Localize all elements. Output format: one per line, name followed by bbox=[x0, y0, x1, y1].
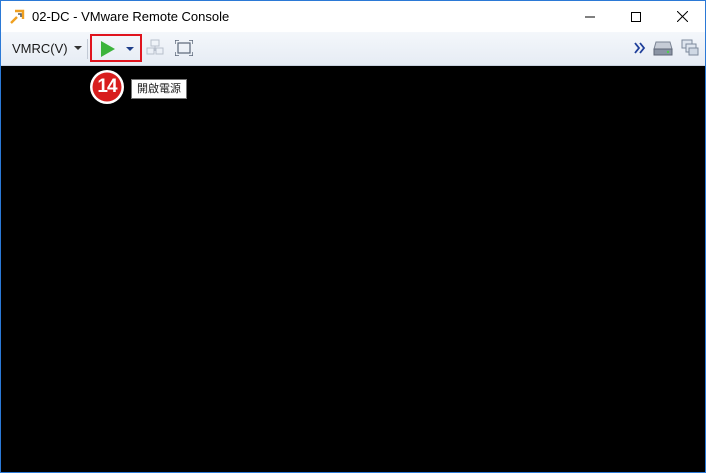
power-on-tooltip: 開啟電源 bbox=[131, 79, 187, 99]
step-number: 14 bbox=[97, 76, 117, 97]
vm-console-screen[interactable] bbox=[1, 66, 705, 472]
minimize-icon bbox=[585, 16, 595, 17]
window-title: 02-DC - VMware Remote Console bbox=[32, 9, 230, 24]
virtual-machines-icon[interactable] bbox=[681, 39, 699, 57]
minimize-button[interactable] bbox=[567, 1, 613, 32]
double-chevron-right-icon[interactable] bbox=[634, 42, 646, 54]
vmrc-menu-button[interactable]: VMRC(V) bbox=[7, 38, 87, 58]
power-dropdown-icon[interactable] bbox=[126, 47, 134, 51]
vmware-app-icon bbox=[10, 9, 25, 24]
close-icon bbox=[676, 11, 688, 22]
maximize-button[interactable] bbox=[613, 1, 659, 32]
close-button[interactable] bbox=[659, 1, 705, 32]
fullscreen-icon[interactable] bbox=[175, 40, 193, 56]
toolbar: VMRC(V) bbox=[1, 32, 705, 66]
title-bar: 02-DC - VMware Remote Console bbox=[1, 1, 705, 32]
power-on-button[interactable] bbox=[90, 34, 142, 62]
toolbar-separator bbox=[87, 39, 88, 59]
vmrc-menu-label: VMRC(V) bbox=[12, 40, 68, 56]
maximize-icon bbox=[631, 11, 641, 22]
send-ctrl-alt-del-icon[interactable] bbox=[146, 39, 164, 57]
play-icon bbox=[101, 41, 115, 57]
removable-drive-icon[interactable] bbox=[653, 40, 673, 56]
vmrc-window: 02-DC - VMware Remote Console VMRC(V) 14… bbox=[0, 0, 706, 473]
chevron-down-icon bbox=[73, 46, 82, 50]
